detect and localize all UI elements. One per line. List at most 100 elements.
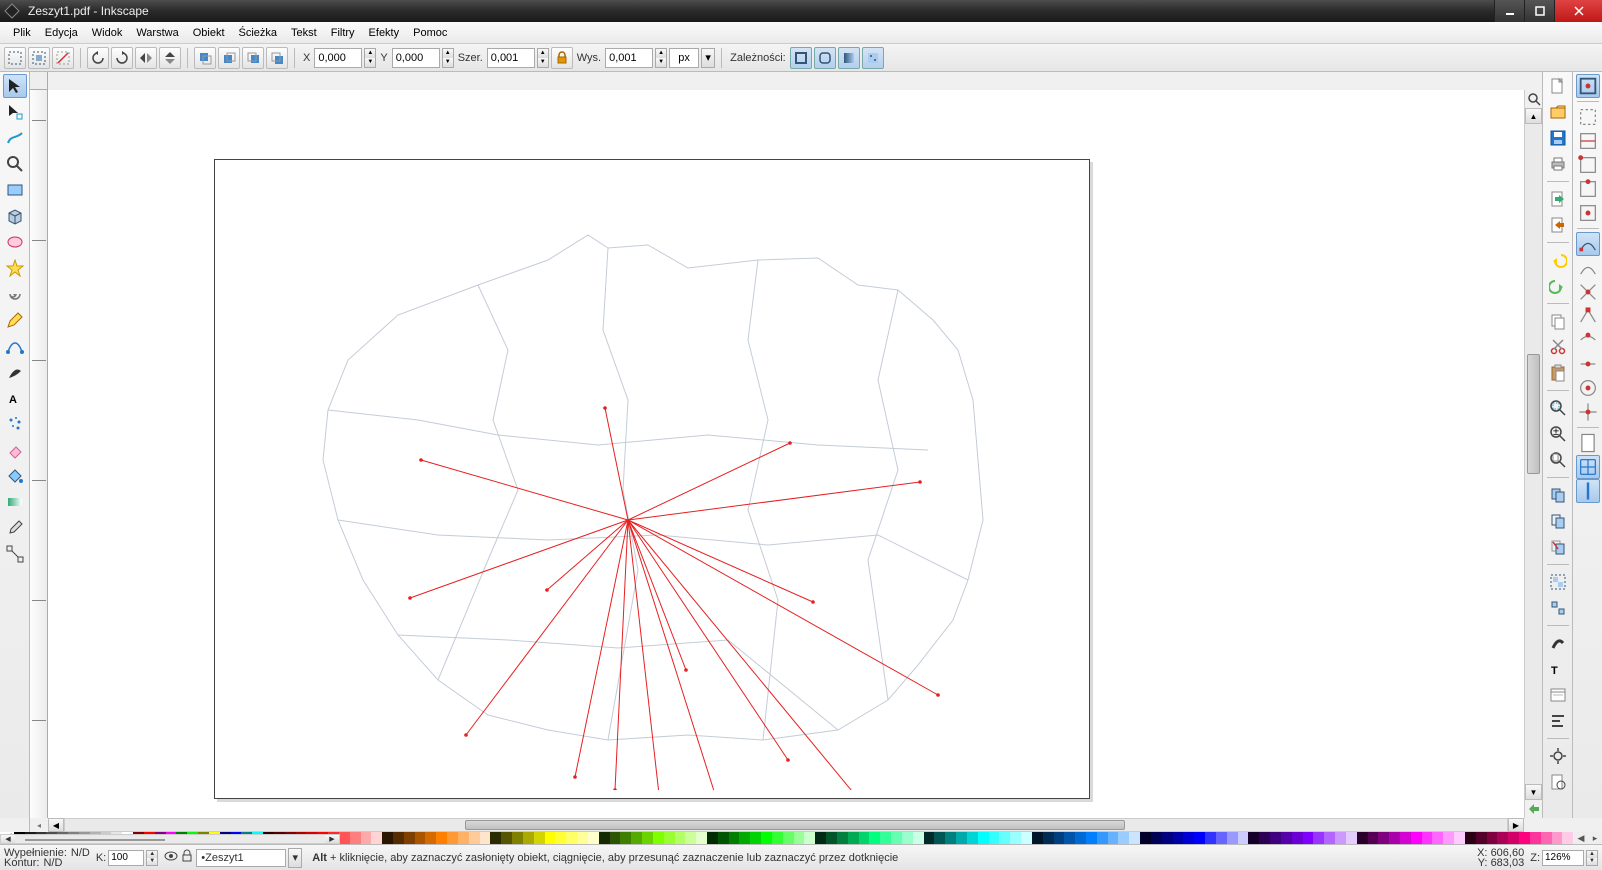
color-swatch[interactable] [1378,832,1389,844]
color-swatch[interactable] [631,832,642,844]
color-swatch[interactable] [1432,832,1443,844]
color-swatch[interactable] [675,832,686,844]
menu-warstwa[interactable]: Warstwa [129,25,185,41]
color-swatch[interactable] [772,832,783,844]
select-all-icon[interactable] [28,47,50,69]
color-swatch[interactable] [1313,832,1324,844]
menu-edycja[interactable]: Edycja [38,25,85,41]
cut-icon[interactable] [1546,335,1570,359]
color-swatch[interactable] [707,832,718,844]
color-swatch[interactable] [1032,832,1043,844]
spray-tool-icon[interactable] [3,412,27,436]
hscroll-thumb[interactable] [465,820,1125,830]
color-swatch[interactable] [469,832,480,844]
color-swatch[interactable] [945,832,956,844]
color-swatch[interactable] [415,832,426,844]
color-swatch[interactable] [685,832,696,844]
color-swatch[interactable] [1183,832,1194,844]
color-swatch[interactable] [447,832,458,844]
spiral-tool-icon[interactable] [3,282,27,306]
color-swatch[interactable] [566,832,577,844]
scroll-left-icon[interactable]: ◀ [48,818,64,832]
color-swatch[interactable] [1346,832,1357,844]
paintbucket-tool-icon[interactable] [3,464,27,488]
zoom-drawing-icon[interactable]: ± [1546,422,1570,446]
color-swatch[interactable] [729,832,740,844]
snap-midpoint-icon[interactable] [1576,352,1600,376]
duplicate-icon[interactable] [1546,483,1570,507]
deselect-icon[interactable] [52,47,74,69]
color-swatch[interactable] [815,832,826,844]
close-button[interactable] [1554,0,1602,22]
star-tool-icon[interactable] [3,256,27,280]
bezier-tool-icon[interactable] [3,334,27,358]
selector-tool-icon[interactable] [3,74,27,98]
color-swatch[interactable] [1129,832,1140,844]
color-swatch[interactable] [361,832,372,844]
y-spinner[interactable]: ▲▼ [442,48,454,68]
menu-efekty[interactable]: Efekty [362,25,407,41]
color-swatch[interactable] [967,832,978,844]
color-swatch[interactable] [371,832,382,844]
color-swatch[interactable] [1324,832,1335,844]
color-swatch[interactable] [642,832,653,844]
color-swatch[interactable] [1530,832,1541,844]
color-swatch[interactable] [1021,832,1032,844]
color-swatch[interactable] [739,832,750,844]
color-swatch[interactable] [1259,832,1270,844]
open-doc-icon[interactable] [1546,100,1570,124]
h-spinner[interactable]: ▲▼ [655,48,667,68]
color-swatch[interactable] [999,832,1010,844]
color-swatch[interactable] [425,832,436,844]
color-swatch[interactable] [978,832,989,844]
save-doc-icon[interactable] [1546,126,1570,150]
color-swatch[interactable] [1216,832,1227,844]
color-swatch[interactable] [1010,832,1021,844]
snap-smooth-icon[interactable] [1576,328,1600,352]
color-swatch[interactable] [848,832,859,844]
dropper-tool-icon[interactable] [3,516,27,540]
unit-dropdown-icon[interactable]: ▾ [701,48,715,68]
scroll-up-icon[interactable]: ▲ [1525,108,1542,124]
color-swatch[interactable] [1476,832,1487,844]
calligraphy-tool-icon[interactable] [3,360,27,384]
copy-icon[interactable] [1546,309,1570,333]
color-swatch[interactable] [458,832,469,844]
new-doc-icon[interactable] [1546,74,1570,98]
print-doc-icon[interactable] [1546,152,1570,176]
color-swatch[interactable] [555,832,566,844]
3dbox-tool-icon[interactable] [3,204,27,228]
snap-page-icon[interactable] [1576,431,1600,455]
paste-icon[interactable] [1546,361,1570,385]
color-swatch[interactable] [620,832,631,844]
color-swatch[interactable] [1205,832,1216,844]
h-input[interactable] [605,48,653,68]
horizontal-scrollbar[interactable] [64,818,1508,832]
color-swatch[interactable] [783,832,794,844]
menu-plik[interactable]: Plik [6,25,38,41]
doc-prefs-icon[interactable] [1546,770,1570,794]
rotate-cw-icon[interactable] [111,47,133,69]
rect-tool-icon[interactable] [3,178,27,202]
scroll-down-icon[interactable]: ▼ [1525,784,1542,800]
group-icon[interactable] [1546,570,1570,594]
snap-bbox-icon[interactable] [1576,105,1600,129]
fill-stroke-indicator[interactable]: Wypełnienie:N/D Kontur:N/D [4,848,90,868]
color-swatch[interactable] [1173,832,1184,844]
snap-path-icon[interactable] [1576,256,1600,280]
raise-top-icon[interactable] [194,47,216,69]
align-dialog-icon[interactable] [1546,709,1570,733]
color-swatch[interactable] [490,832,501,844]
lock-aspect-icon[interactable] [551,47,573,69]
color-swatch[interactable] [339,832,350,844]
snap-bbox-mid-icon[interactable] [1576,177,1600,201]
color-swatch[interactable] [1357,832,1368,844]
palette-menu-icon[interactable]: ▸ [1588,832,1602,844]
color-swatch[interactable] [610,832,621,844]
text-tool-icon[interactable]: A [3,386,27,410]
color-swatch[interactable] [1508,832,1519,844]
layer-visible-icon[interactable] [164,849,178,866]
color-swatch[interactable] [1281,832,1292,844]
node-tool-icon[interactable] [3,100,27,124]
color-swatch[interactable] [956,832,967,844]
